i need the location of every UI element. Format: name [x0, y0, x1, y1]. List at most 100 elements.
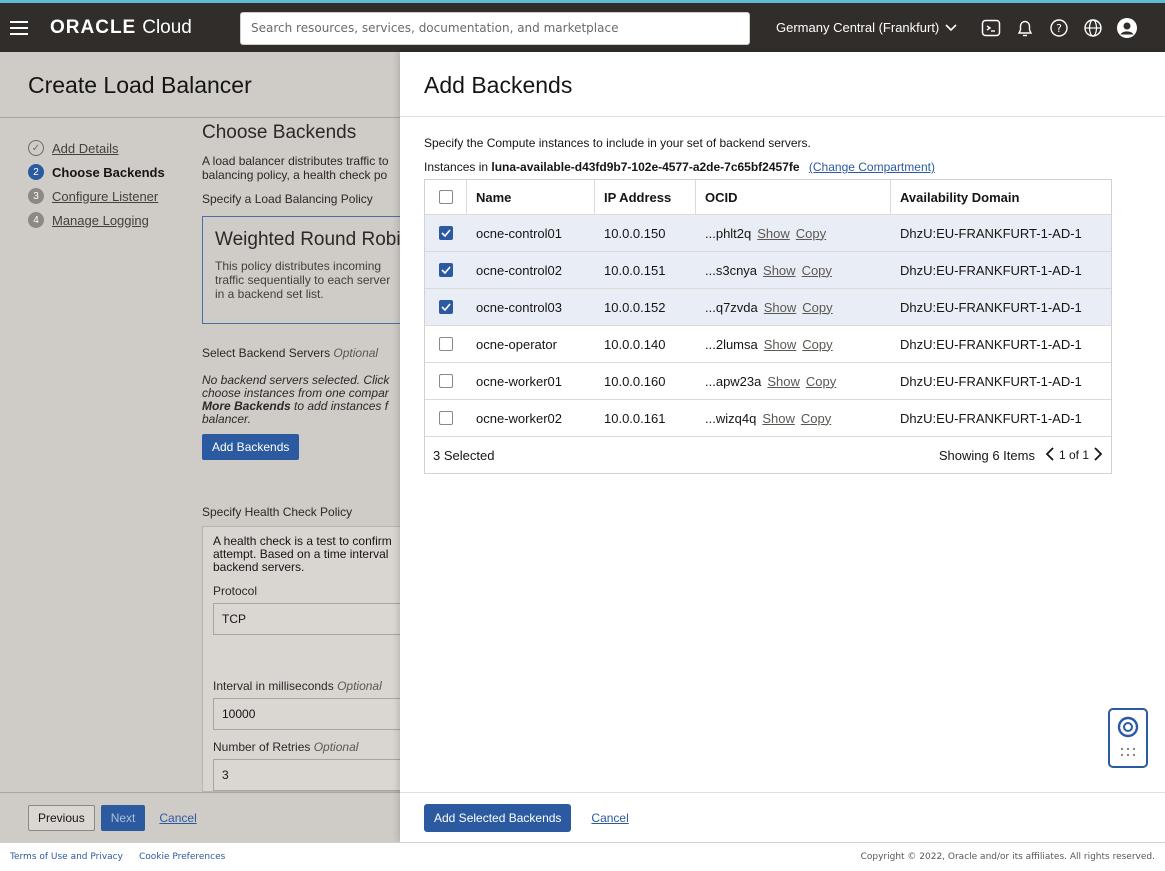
globe-icon[interactable]	[1080, 15, 1106, 41]
copy-ocid-link[interactable]: Copy	[801, 411, 831, 426]
row-checkbox[interactable]	[439, 263, 453, 277]
cell-availability-domain: DhzU:EU-FRANKFURT-1-AD-1	[900, 262, 1082, 278]
add-selected-backends-button[interactable]: Add Selected Backends	[424, 803, 572, 832]
previous-button[interactable]: Previous	[28, 804, 95, 831]
bell-icon[interactable]	[1012, 15, 1038, 41]
show-ocid-link[interactable]: Show	[764, 337, 797, 352]
step-manage-logging[interactable]: 4 Manage Logging	[28, 208, 165, 232]
cookie-preferences-link[interactable]: Cookie Preferences	[139, 852, 225, 862]
help-center-button[interactable]	[1108, 708, 1148, 768]
msg-bold: More Backends	[202, 399, 291, 413]
interval-input[interactable]: 10000	[213, 698, 400, 730]
retries-input[interactable]: 3	[213, 759, 400, 791]
compartment-name: luna-available-d43fd9b7-102e-4577-a2de-7…	[491, 160, 800, 174]
cell-ocid: ...phlt2q Show Copy	[696, 215, 891, 251]
table-row[interactable]: ocne-control01 10.0.0.150 ...phlt2q Show Cop…	[425, 215, 1111, 252]
profile-icon[interactable]	[1114, 15, 1140, 41]
copy-ocid-link[interactable]: Copy	[802, 263, 832, 278]
backend-label-text: Select Backend Servers	[202, 346, 331, 360]
grid-dots-icon	[1120, 745, 1136, 760]
chevron-left-icon[interactable]	[1045, 446, 1055, 464]
lifebuoy-icon	[1117, 716, 1139, 741]
cell-name: ocne-operator	[476, 336, 557, 352]
add-backends-button[interactable]: Add Backends	[202, 434, 300, 460]
cell-availability-domain: DhzU:EU-FRANKFURT-1-AD-1	[900, 299, 1082, 315]
selected-count: 3 Selected	[433, 447, 495, 463]
section-description: A load balancer distributes traffic to b…	[202, 154, 389, 182]
row-checkbox[interactable]	[439, 374, 453, 388]
terms-link[interactable]: Terms of Use and Privacy	[10, 852, 123, 862]
ocid-value: ...phlt2q	[705, 225, 752, 241]
page-title: Create Load Balancer	[0, 52, 400, 118]
table-row[interactable]: ocne-operator 10.0.0.140 ...2lumsa Show Copy…	[425, 326, 1111, 363]
cell-ip: 10.0.0.140	[604, 336, 666, 352]
copy-ocid-link[interactable]: Copy	[802, 337, 832, 352]
protocol-label: Protocol	[213, 584, 258, 598]
copy-ocid-link[interactable]: Copy	[806, 374, 836, 389]
backend-servers-label: Select Backend Servers Optional	[202, 346, 400, 360]
search-input[interactable]: Search resources, services, documentatio…	[240, 12, 750, 45]
show-ocid-link[interactable]: Show	[762, 411, 795, 426]
msg-line: balancer.	[202, 412, 251, 426]
cell-ip: 10.0.0.152	[604, 299, 666, 315]
divider	[400, 116, 1165, 117]
column-header-ip[interactable]: IP Address	[595, 180, 696, 214]
show-ocid-link[interactable]: Show	[767, 374, 800, 389]
cancel-link[interactable]: Cancel	[591, 811, 628, 825]
step-add-details[interactable]: ✓ Add Details	[28, 136, 165, 160]
step-label: Manage Logging	[52, 212, 149, 228]
optional-tag: Optional	[337, 679, 382, 693]
oracle-cloud-logo[interactable]: ORACLE Cloud	[50, 17, 230, 39]
cell-availability-domain: DhzU:EU-FRANKFURT-1-AD-1	[900, 225, 1082, 241]
step-configure-listener[interactable]: 3 Configure Listener	[28, 184, 165, 208]
step-choose-backends[interactable]: 2 Choose Backends	[28, 160, 165, 184]
show-ocid-link[interactable]: Show	[763, 263, 796, 278]
cell-ip: 10.0.0.151	[604, 262, 666, 278]
show-ocid-link[interactable]: Show	[757, 226, 790, 241]
next-button[interactable]: Next	[100, 804, 146, 831]
protocol-select[interactable]: TCP	[213, 603, 400, 635]
row-checkbox[interactable]	[439, 300, 453, 314]
optional-tag: Optional	[313, 740, 359, 754]
checkmark-icon	[441, 266, 451, 274]
create-load-balancer-page: Create Load Balancer ✓ Add Details 2 Cho…	[0, 52, 400, 842]
row-checkbox[interactable]	[439, 411, 453, 425]
chevron-down-icon	[945, 20, 957, 35]
policy-card-weighted-round-robin[interactable]: Weighted Round Robin This policy distrib…	[202, 216, 400, 324]
table-row[interactable]: ocne-worker02 10.0.0.161 ...wizq4q Show Copy…	[425, 400, 1111, 437]
table-row[interactable]: ocne-control03 10.0.0.152 ...q7zvda Show Cop…	[425, 289, 1111, 326]
table-row[interactable]: ocne-control02 10.0.0.151 ...s3cnya Show Cop…	[425, 252, 1111, 289]
step-number: 3	[28, 188, 44, 204]
interval-label-text: Interval in milliseconds	[213, 679, 334, 693]
select-all-checkbox[interactable]	[438, 190, 453, 204]
table-row[interactable]: ocne-worker01 10.0.0.160 ...apw23a Show Copy…	[425, 363, 1111, 400]
ocid-value: ...wizq4q	[705, 410, 757, 426]
change-compartment-link[interactable]: (Change Compartment)	[809, 160, 935, 174]
region-selector[interactable]: Germany Central (Frankfurt)	[776, 3, 957, 52]
column-header-ocid[interactable]: OCID	[696, 180, 891, 214]
help-icon[interactable]: ?	[1046, 15, 1072, 41]
choose-backends-section: Choose Backends A load balancer distribu…	[202, 122, 400, 206]
drawer-footer: Add Selected Backends Cancel	[400, 792, 1165, 842]
column-header-name[interactable]: Name	[467, 180, 595, 214]
chevron-right-icon[interactable]	[1093, 446, 1103, 464]
cloud-shell-icon[interactable]	[978, 15, 1004, 41]
copy-ocid-link[interactable]: Copy	[796, 226, 826, 241]
row-checkbox[interactable]	[439, 226, 453, 240]
column-header-ad[interactable]: Availability Domain	[891, 180, 1111, 214]
ocid-value: ...q7zvda	[705, 299, 758, 315]
cell-availability-domain: DhzU:EU-FRANKFURT-1-AD-1	[900, 336, 1082, 352]
instances-table: Name IP Address OCID Availability Domain…	[424, 179, 1112, 474]
row-checkbox[interactable]	[439, 337, 453, 351]
cell-name: ocne-control01	[476, 225, 562, 241]
copy-ocid-link[interactable]: Copy	[802, 300, 832, 315]
section-title: Choose Backends	[202, 122, 357, 143]
show-ocid-link[interactable]: Show	[764, 300, 797, 315]
copyright: Copyright © 2022, Oracle and/or its affi…	[860, 852, 1155, 862]
menu-icon[interactable]	[0, 3, 38, 52]
health-check-panel: A health check is a test to confirm atte…	[202, 526, 400, 792]
cancel-link[interactable]: Cancel	[159, 811, 196, 825]
health-check-description: A health check is a test to confirm atte…	[213, 534, 392, 574]
cell-ip: 10.0.0.150	[604, 225, 666, 241]
cell-name: ocne-control03	[476, 299, 562, 315]
